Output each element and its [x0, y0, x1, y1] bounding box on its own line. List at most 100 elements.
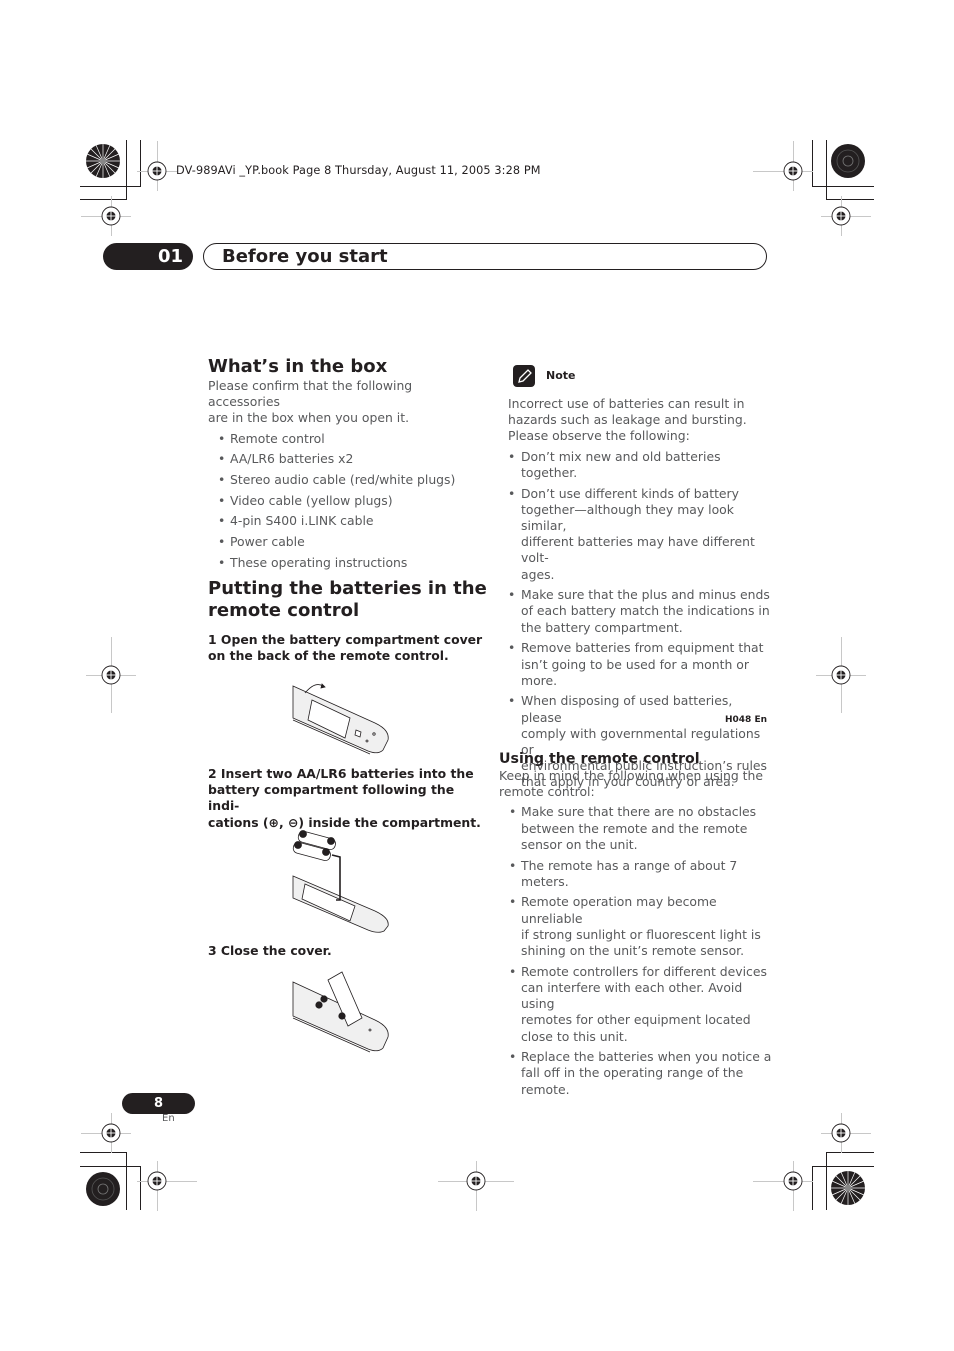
intro-line: remote control:	[499, 784, 595, 800]
registration-starburst-icon	[86, 1172, 120, 1206]
registration-crosshair-icon	[147, 161, 167, 181]
intro-line: Please confirm that the following access…	[208, 378, 413, 410]
crop-mark	[126, 1152, 127, 1210]
crop-mark	[80, 199, 127, 200]
bullet: •	[218, 513, 226, 529]
crop-mark	[826, 199, 874, 200]
item-line: The remote has a range of about 7 meters…	[521, 857, 738, 889]
crop-mark	[140, 1166, 141, 1210]
using-remote-heading: Using the remote control	[499, 751, 700, 767]
note-list: • Don’t mix new and old batteries togeth…	[508, 449, 770, 791]
close-cover-illustration	[292, 971, 389, 1053]
accessories-list: • Remote control • AA/LR6 batteries x2 • St…	[208, 431, 483, 571]
bullet: •	[509, 963, 517, 979]
item-line: close to this unit.	[521, 1028, 628, 1044]
list-item: • Replace the batteries when you notice …	[499, 1049, 774, 1098]
registration-crosshair-icon	[783, 1171, 803, 1191]
item-line: of each battery match the indications in	[521, 603, 770, 619]
bullet: •	[508, 587, 516, 603]
insert-batteries-illustration	[292, 830, 389, 933]
intro-line: Please observe the following:	[508, 428, 690, 444]
item-line: Don’t use different kinds of battery	[521, 485, 739, 501]
item-line: Remove batteries from equipment that	[521, 640, 764, 656]
bullet: •	[218, 554, 226, 570]
item-line: isn’t going to be used for a month or	[521, 656, 749, 672]
step-line: 3 Close the cover.	[208, 943, 332, 958]
item-text: AA/LR6 batteries x2	[230, 451, 354, 467]
remote-cover-open-illustration	[292, 683, 389, 755]
list-item: • Power cable	[208, 534, 483, 550]
registration-crosshair-icon	[147, 1171, 167, 1191]
item-line: the battery compartment.	[521, 619, 683, 635]
item-line: Replace the batteries when you notice a	[521, 1049, 772, 1065]
list-item: • Don’t use different kinds of battery t…	[508, 486, 770, 583]
crop-mark	[812, 1166, 813, 1210]
registration-crosshair-icon	[831, 206, 851, 226]
item-line: shining on the unit’s remote sensor.	[521, 943, 745, 959]
note-body: Incorrect use of batteries can result in…	[508, 396, 770, 791]
list-item: • AA/LR6 batteries x2	[208, 451, 483, 467]
intro-line: Incorrect use of batteries can result in	[508, 396, 745, 411]
bullet: •	[218, 451, 226, 467]
list-item: • These operating instructions	[208, 555, 483, 571]
item-line: remotes for other equipment located	[521, 1012, 751, 1028]
item-line: more.	[521, 672, 558, 688]
item-line: can interfere with each other. Avoid usi…	[521, 979, 743, 1012]
crop-mark	[812, 186, 874, 187]
bullet: •	[508, 640, 516, 656]
intro-line: hazards such as leakage and bursting.	[508, 412, 747, 428]
bullet: •	[508, 693, 516, 709]
note-label: Note	[546, 369, 576, 382]
intro-line: Keep in mind the following when using th…	[499, 768, 764, 783]
item-line: Remote controllers for different devices	[521, 963, 767, 979]
using-remote-section: Using the remote control Keep in mind th…	[499, 750, 774, 1098]
chapter-title: Before you start	[222, 246, 388, 267]
step-line: 2 Insert two AA/LR6 batteries into the	[208, 766, 474, 781]
registration-crosshair-icon	[831, 665, 851, 685]
using-remote-intro: Keep in mind the following when using th…	[499, 768, 774, 800]
intro-line: are in the box when you open it.	[208, 410, 410, 426]
page-language: En	[162, 1113, 175, 1124]
item-line: if strong sunlight or fluorescent light …	[521, 926, 761, 942]
batteries-heading: Putting the batteries in the remote cont…	[208, 578, 488, 622]
registration-crosshair-icon	[831, 1123, 851, 1143]
list-item: • Make sure that the plus and minus ends…	[508, 587, 770, 636]
item-text: These operating instructions	[230, 554, 408, 570]
item-line: between the remote and the remote	[521, 820, 748, 836]
list-item: • Remote operation may become unreliable…	[499, 894, 774, 959]
step-1-text: 1 Open the battery compartment cover on …	[208, 632, 488, 664]
crop-mark	[826, 1152, 874, 1153]
crop-mark	[80, 1152, 127, 1153]
note-intro: Incorrect use of batteries can result in…	[508, 396, 770, 445]
bullet: •	[508, 448, 516, 464]
list-item: • Remove batteries from equipment that i…	[508, 640, 770, 689]
bullet: •	[509, 1049, 517, 1065]
whats-in-box-heading: What’s in the box	[208, 356, 388, 377]
crop-mark	[80, 186, 140, 187]
book-file-header: DV-989AVi _YP.book Page 8 Thursday, Augu…	[176, 164, 541, 177]
item-line: together—although they may look similar,	[521, 501, 734, 533]
item-line: Remote operation may become unreliable	[521, 894, 717, 926]
item-line: sensor on the unit.	[521, 836, 638, 852]
item-line: ages.	[521, 566, 555, 582]
item-text: Stereo audio cable (red/white plugs)	[230, 472, 456, 488]
list-item: • 4-pin S400 i.LINK cable	[208, 513, 483, 529]
list-item: • Make sure that there are no obstacles …	[499, 804, 774, 853]
bullet: •	[509, 804, 517, 820]
step-2-text: 2 Insert two AA/LR6 batteries into the b…	[208, 766, 488, 831]
step-3-text: 3 Close the cover.	[208, 943, 488, 959]
item-line: Make sure that the plus and minus ends	[521, 587, 770, 603]
bullet: •	[218, 534, 226, 550]
item-text: Remote control	[230, 430, 325, 446]
bullet: •	[218, 472, 226, 488]
registration-crosshair-icon	[101, 665, 121, 685]
registration-crosshair-icon	[783, 161, 803, 181]
crop-mark	[826, 1152, 827, 1210]
left-column: What’s in the box Please confirm that th…	[208, 356, 483, 571]
step-line: battery compartment following the indi-	[208, 782, 455, 814]
chapter-number-badge: 01	[103, 243, 193, 270]
step-line: on the back of the remote control.	[208, 648, 449, 664]
crop-mark	[80, 1166, 141, 1167]
item-line: Don’t mix new and old batteries together…	[521, 448, 721, 480]
using-remote-list: • Make sure that there are no obstacles …	[499, 804, 774, 1097]
